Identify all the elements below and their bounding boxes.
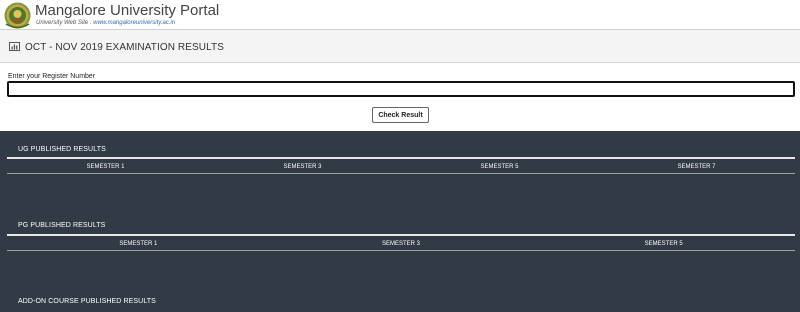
page-title-bar: OCT - NOV 2019 EXAMINATION RESULTS: [0, 30, 800, 63]
portal-title: Mangalore University Portal: [35, 2, 220, 19]
pg-section-title: PG PUBLISHED RESULTS: [18, 222, 106, 229]
ug-semester-1-link[interactable]: SEMESTER 1: [7, 162, 204, 173]
bar-chart-icon: [9, 42, 20, 51]
page-title: OCT - NOV 2019 EXAMINATION RESULTS: [25, 42, 225, 53]
university-logo: [4, 2, 31, 29]
ug-semester-5-link[interactable]: SEMESTER 5: [401, 162, 598, 173]
register-number-input[interactable]: [7, 81, 795, 97]
website-link[interactable]: www.mangaloreuniversity.ac.in: [93, 20, 175, 26]
website-prefix: University Web Site :: [36, 20, 94, 26]
ug-divider: [7, 157, 795, 159]
pg-semester-3-link[interactable]: SEMESTER 3: [270, 239, 533, 250]
top-bar: Mangalore University Portal University W…: [0, 0, 800, 30]
pg-semester-row: SEMESTER 1 SEMESTER 3 SEMESTER 5: [7, 239, 795, 251]
ug-semester-row: SEMESTER 1 SEMESTER 3 SEMESTER 5 SEMESTE…: [7, 162, 795, 174]
results-panel: UG PUBLISHED RESULTS SEMESTER 1 SEMESTER…: [0, 131, 800, 312]
check-result-button[interactable]: Check Result: [372, 107, 429, 123]
ug-section-title: UG PUBLISHED RESULTS: [18, 146, 106, 153]
website-line: University Web Site : www.mangaloreunive…: [36, 19, 175, 27]
pg-semester-5-link[interactable]: SEMESTER 5: [532, 239, 795, 250]
ug-semester-7-link[interactable]: SEMESTER 7: [598, 162, 795, 173]
pg-semester-1-link[interactable]: SEMESTER 1: [7, 239, 270, 250]
register-number-label: Enter your Register Number: [8, 73, 96, 80]
ug-semester-3-link[interactable]: SEMESTER 3: [204, 162, 401, 173]
addon-section-title: ADD-ON COURSE PUBLISHED RESULTS: [18, 298, 156, 305]
pg-divider: [7, 234, 795, 236]
